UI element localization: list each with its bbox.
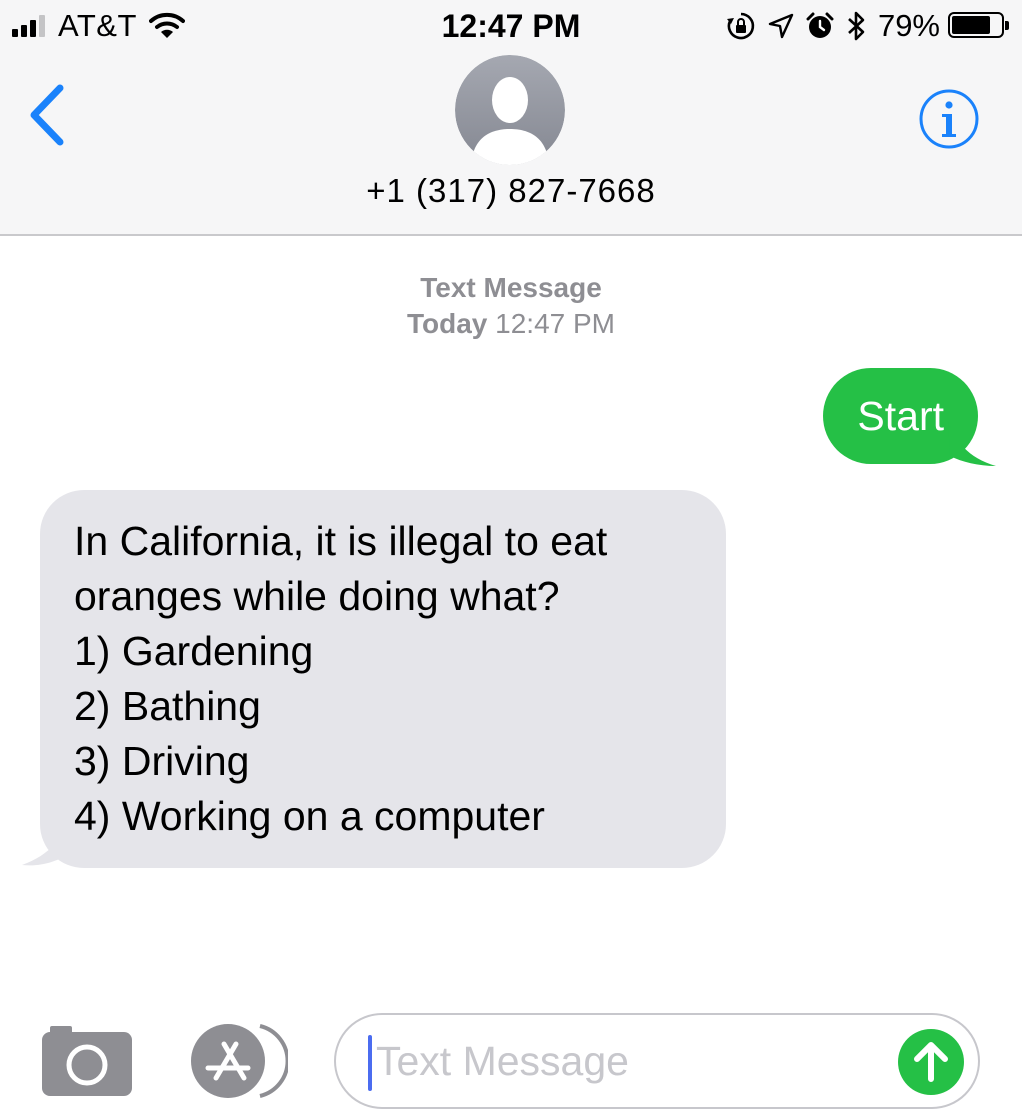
info-icon[interactable] [918, 88, 980, 150]
incoming-bubble-tail [22, 815, 70, 866]
message-line: oranges while doing what? [74, 573, 560, 619]
status-bar: AT&T 12:47 PM 79% [0, 0, 1022, 52]
bluetooth-icon [848, 11, 865, 41]
battery-icon [948, 12, 1009, 40]
location-icon [768, 13, 794, 39]
orientation-lock-icon [726, 12, 755, 40]
message-input[interactable]: Text Message [334, 1013, 980, 1109]
service-label: Text Message [420, 272, 602, 303]
status-bar-right: 79% [714, 8, 1009, 44]
incoming-message-bubble[interactable]: In California, it is illegal to eat oran… [40, 490, 726, 868]
conversation-header: +1 (317) 827-7668 [0, 52, 1022, 236]
camera-icon[interactable] [42, 1024, 132, 1096]
text-caret [368, 1035, 372, 1091]
app-store-icon[interactable] [186, 1022, 288, 1100]
avatar-icon[interactable] [455, 55, 565, 165]
message-text: Start [857, 393, 944, 439]
date-line: Today 12:47 PM [0, 306, 1022, 342]
send-button[interactable] [898, 1029, 964, 1095]
outgoing-bubble-tail [948, 420, 996, 466]
message-line: In California, it is illegal to eat [74, 518, 608, 564]
battery-percent: 79% [877, 8, 940, 43]
date-label: Today [406, 308, 488, 339]
time-label: 12:47 PM [495, 308, 616, 339]
message-line: 4) Working on a computer [74, 793, 545, 839]
back-chevron-icon[interactable] [22, 80, 82, 150]
send-arrow-icon [914, 1042, 948, 1082]
message-line: 3) Driving [74, 738, 250, 784]
thread-timestamp: Text Message Today 12:47 PM [0, 270, 1022, 342]
message-line: 1) Gardening [74, 628, 314, 674]
message-input-placeholder: Text Message [376, 1038, 629, 1084]
contact-name[interactable]: +1 (317) 827-7668 [0, 172, 1022, 210]
alarm-icon [806, 12, 834, 38]
message-line: 2) Bathing [74, 683, 261, 729]
